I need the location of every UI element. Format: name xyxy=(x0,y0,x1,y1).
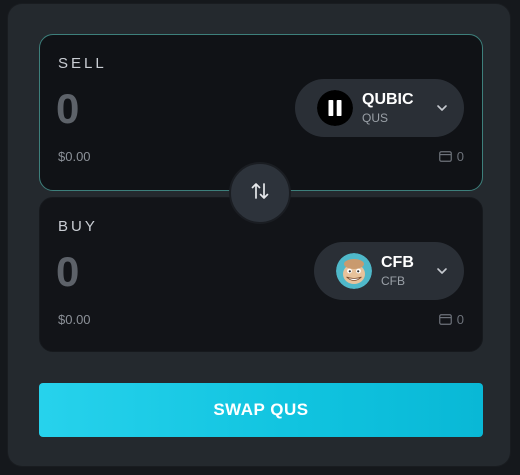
wallet-icon xyxy=(438,151,452,162)
buy-token-name: CFB xyxy=(381,274,405,288)
sell-usd-value: $0.00 xyxy=(58,149,91,164)
chevron-down-icon xyxy=(434,100,450,116)
switch-tokens-button[interactable] xyxy=(229,162,291,224)
sell-balance[interactable]: 0 xyxy=(438,149,464,164)
buy-balance-value: 0 xyxy=(456,312,464,327)
buy-amount-input[interactable] xyxy=(56,247,256,297)
swap-arrows-icon xyxy=(248,179,272,208)
sell-token-name: QUS xyxy=(362,111,389,125)
sell-amount-input[interactable] xyxy=(56,84,256,134)
buy-token-symbol: CFB xyxy=(381,254,414,271)
wallet-icon xyxy=(438,314,452,325)
cfb-avatar-icon xyxy=(336,253,372,289)
chevron-down-icon xyxy=(434,263,450,279)
buy-label: BUY xyxy=(58,218,98,235)
buy-token-select[interactable]: CFB CFB xyxy=(314,242,464,300)
buy-usd-value: $0.00 xyxy=(58,312,91,327)
sell-balance-value: 0 xyxy=(456,149,464,164)
sell-token-symbol: QUBIC xyxy=(362,91,414,108)
qubic-logo-icon xyxy=(317,90,353,126)
buy-balance[interactable]: 0 xyxy=(438,312,464,327)
sell-token-select[interactable]: QUBIC QUS xyxy=(295,79,464,137)
sell-label: SELL xyxy=(58,55,107,72)
swap-button[interactable]: SWAP QUS xyxy=(39,383,483,437)
